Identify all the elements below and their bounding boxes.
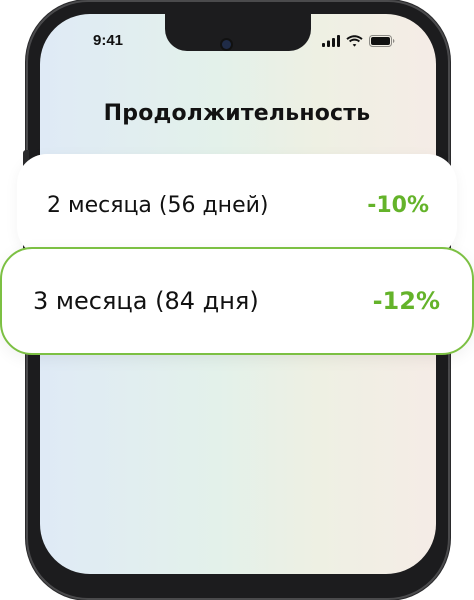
wifi-icon xyxy=(346,32,363,51)
option-label: 2 месяца (56 дней) xyxy=(47,193,269,218)
option-discount: -10% xyxy=(367,193,429,218)
duration-option-2-months[interactable]: 2 месяца (56 дней) -10% xyxy=(17,154,457,257)
screen-title: Продолжительность xyxy=(103,101,371,126)
option-label: 3 месяца (84 дня) xyxy=(33,287,259,315)
duration-option-3-months[interactable]: 3 месяца (84 дня) -12% xyxy=(0,247,474,355)
status-icons xyxy=(322,34,395,48)
battery-icon xyxy=(369,32,395,51)
notch xyxy=(165,14,311,51)
front-camera xyxy=(222,40,231,49)
signal-icon xyxy=(322,32,340,51)
option-discount: -12% xyxy=(372,287,440,315)
status-time: 9:41 xyxy=(93,32,124,49)
